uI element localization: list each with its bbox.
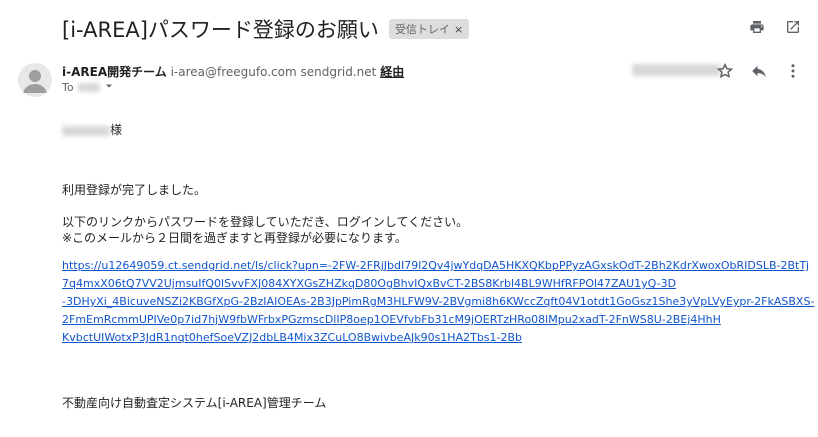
signature: 不動産向け自動査定システム[i-AREA]管理チーム: [62, 396, 327, 410]
open-in-new-icon[interactable]: [784, 18, 802, 36]
reply-icon[interactable]: [750, 62, 768, 80]
avatar-person-icon[interactable]: [18, 63, 52, 97]
instruction-line: 以下のリンクからパスワードを登録していただき、ログインしてください。: [62, 215, 469, 229]
completion-line: 利用登録が完了しました。: [62, 183, 207, 197]
notice-line: ※このメールから２日間を過ぎますと再登録が必要になります。: [62, 231, 407, 245]
print-icon[interactable]: [748, 18, 766, 36]
link-line: KvbctUIWotxP3JdR1nqt0hefSoeVZJ2dbLB4Mix3…: [62, 331, 523, 344]
recipient-blurred: [77, 83, 100, 92]
more-vert-icon[interactable]: [784, 62, 802, 80]
link-line: 2FmEmRcmmUPIVe0p7id7hjW9fbWFrbxPGzmscDlI…: [62, 313, 721, 326]
greeting-suffix: 様: [110, 123, 123, 137]
message-body: 様 利用登録が完了しました。 以下のリンクからパスワードを登録していただき、ログ…: [62, 122, 815, 411]
password-link[interactable]: https://u12649059.ct.sendgrid.net/ls/cli…: [62, 257, 815, 347]
sender-address: i-area@freegufo.com sendgrid.net: [170, 65, 377, 79]
recipient-row: To: [62, 81, 114, 94]
sender-name[interactable]: i-AREA開発チーム: [62, 65, 167, 79]
subject-row: [i-AREA]パスワード登録のお願い 受信トレイ ×: [62, 14, 470, 44]
link-line: https://u12649059.ct.sendgrid.net/ls/cli…: [62, 259, 810, 272]
label-remove-icon[interactable]: ×: [454, 23, 463, 36]
sender-row: i-AREA開発チーム i-area@freegufo.com sendgrid…: [62, 63, 404, 80]
inbox-label-text: 受信トレイ: [394, 23, 450, 36]
link-line: -3DHyXi_4BicuveNSZi2KBGfXpG-2BzIAIOEAs-2…: [62, 295, 815, 308]
via-link[interactable]: 経由: [380, 65, 404, 79]
recipient-name-blurred: [62, 125, 110, 136]
inbox-label-chip[interactable]: 受信トレイ ×: [388, 19, 470, 39]
email-subject: [i-AREA]パスワード登録のお願い: [62, 18, 379, 42]
top-toolbar: [748, 18, 802, 36]
chevron-down-icon[interactable]: [104, 81, 114, 94]
message-actions: [716, 62, 802, 80]
to-label: To: [62, 81, 74, 94]
star-icon[interactable]: [716, 62, 734, 80]
greeting: 様: [62, 122, 782, 138]
date-blurred: [632, 64, 720, 76]
link-line: 7q4mxX06tQ7VV2UjmsuIfQ0lSvvFXJ084XYXGsZH…: [62, 277, 677, 290]
